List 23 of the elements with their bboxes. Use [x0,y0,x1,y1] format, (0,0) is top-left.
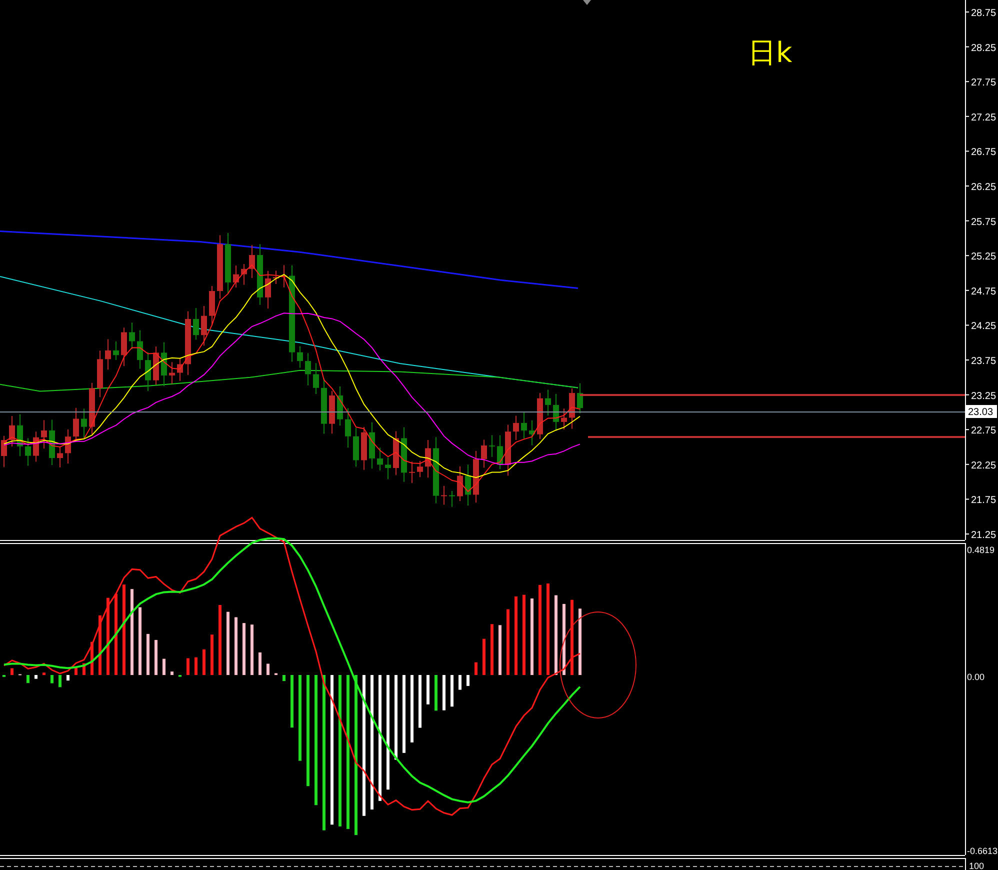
price-axis-label: 22.75 [971,426,996,437]
price-axis-label: 23.25 [971,390,996,402]
indicator-axis-label: 100 [969,861,984,870]
price-axis-label: 26.25 [971,182,996,193]
price-axis-label: 27.25 [971,112,996,124]
price-axis-label: 24.75 [971,286,996,298]
price-axis-label: 24.25 [971,321,996,332]
price-axis-label: 28.75 [971,8,996,19]
macd-axis-label: -0.6613 [967,846,998,856]
current-price-tag: 23.03 [966,405,997,418]
chart-title: 日k [748,36,792,69]
price-axis-label: 25.25 [971,252,996,263]
price-axis-label: 22.25 [971,460,996,472]
price-axis-label: 25.75 [971,216,996,228]
price-axis-label: 28.25 [971,42,996,54]
price-axis-label: 21.25 [971,530,996,541]
price-axis-label: 21.75 [971,495,996,506]
macd-axis-label: 0.4819 [967,545,995,555]
scroll-marker-icon [583,0,591,5]
price-axis-label: 26.75 [971,147,996,158]
price-axis-label: 23.75 [971,356,996,367]
macd-axis-label: 0.00 [967,672,985,682]
price-axis-label: 27.75 [971,78,996,89]
